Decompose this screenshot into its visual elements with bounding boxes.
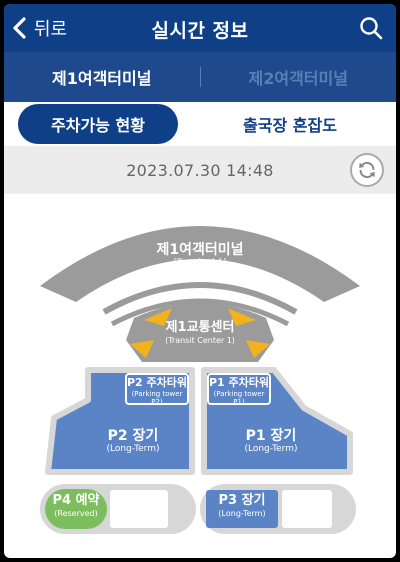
p3-long-term-label: P3 장기 (Long-Term) [206, 493, 278, 518]
p3-long-term-name-en: (Long-Term) [218, 508, 266, 518]
p1-long-term-label: P1 장기 (Long-Term) [226, 428, 316, 454]
transit-center-name: 제1교통센터 [165, 320, 235, 335]
refresh-button[interactable] [350, 153, 384, 187]
p4-reserved-name-en: (Reserved) [54, 508, 98, 518]
p2-long-term-name-en: (Long-Term) [106, 444, 160, 455]
p2-tower-label: P2 주차타워 (Parking tower P2) [126, 376, 188, 406]
p4-reserved-name: P4 예약 [52, 493, 100, 508]
tab-terminal-1[interactable]: 제1여객터미널 [4, 65, 200, 89]
p2-tower-name-en: (Parking tower P2) [131, 389, 183, 406]
search-icon [360, 17, 383, 40]
update-datetime: 2023.07.30 14:48 [126, 160, 274, 180]
p1-long-term-name-en: (Long-Term) [244, 444, 298, 455]
info-segment-control: 주차가능 현황 출국장 혼잡도 [4, 102, 396, 146]
p3-long-term-name: P3 장기 [218, 493, 266, 508]
page-title: 실시간 정보 [151, 20, 249, 42]
search-button[interactable] [358, 15, 384, 41]
terminal-1-name: 제1여객터미널 [156, 242, 244, 258]
parking-map: 제1여객터미널 (Terminal 1) 제1교통센터 (Transit Cen… [4, 194, 396, 558]
p3-long-term-lot-area [282, 490, 332, 528]
p1-tower-label: P1 주차타워 (Parking tower P1) [208, 376, 270, 406]
app-screen: 뒤로 실시간 정보 제1여객터미널 제2여객터미널 주차가능 현황 출국장 혼잡… [4, 4, 396, 558]
app-header: 뒤로 실시간 정보 [4, 4, 396, 52]
p2-long-term-name: P2 장기 [107, 428, 159, 444]
segment-departure-congestion[interactable]: 출국장 혼잡도 [200, 104, 380, 144]
transit-center-label: 제1교통센터 (Transit Center 1) [140, 320, 260, 345]
p2-tower-name: P2 주차타워 [126, 376, 188, 389]
refresh-icon [359, 161, 375, 179]
terminal-1-label: 제1여객터미널 (Terminal 1) [120, 242, 280, 268]
p1-tower-name: P1 주차타워 [208, 376, 270, 389]
p4-reserved-lot-area [110, 490, 168, 528]
p1-tower-name-en: (Parking tower P1) [213, 389, 265, 406]
p1-long-term-name: P1 장기 [245, 428, 297, 444]
segment-parking-availability[interactable]: 주차가능 현황 [18, 104, 178, 144]
terminal-tabs: 제1여객터미널 제2여객터미널 [4, 52, 396, 102]
terminal-1-name-en: (Terminal 1) [173, 258, 227, 269]
update-status-bar: 2023.07.30 14:48 [4, 146, 396, 194]
tab-terminal-2[interactable]: 제2여객터미널 [201, 65, 397, 89]
p2-long-term-label: P2 장기 (Long-Term) [88, 428, 178, 454]
p4-reserved-label: P4 예약 (Reserved) [45, 493, 107, 518]
transit-center-name-en: (Transit Center 1) [165, 335, 235, 345]
